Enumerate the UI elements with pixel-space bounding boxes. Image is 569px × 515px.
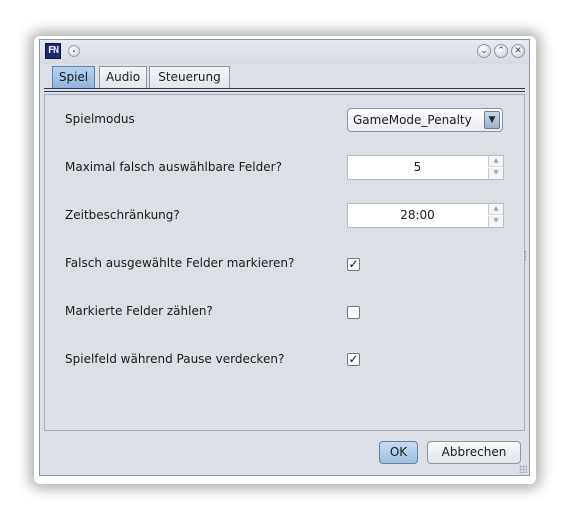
tab-steuerung[interactable]: Steuerung [149, 66, 230, 88]
game-mode-value: GameMode_Penalty [353, 113, 472, 127]
spin-down-icon[interactable]: ▼ [488, 168, 503, 179]
hide-field-on-pause-checkbox[interactable]: ✓ [347, 353, 360, 366]
title-bar[interactable]: FN ⌄ ⌃ ✕ [40, 40, 529, 64]
resize-grip-icon[interactable] [519, 465, 527, 473]
settings-dialog: FN ⌄ ⌃ ✕ Spiel Audio Steuerung Spielmodu… [39, 39, 530, 476]
game-mode-label: Spielmodus [65, 112, 135, 126]
spin-up-icon[interactable]: ▲ [488, 204, 503, 215]
cancel-button[interactable]: Abbrechen [427, 441, 521, 464]
maximize-icon[interactable]: ⌃ [494, 44, 508, 58]
tab-spiel[interactable]: Spiel [52, 66, 95, 88]
max-wrong-fields-value[interactable]: 5 [348, 156, 487, 179]
count-marked-fields-checkbox[interactable] [347, 306, 360, 319]
pin-icon[interactable] [68, 45, 80, 57]
close-icon[interactable]: ✕ [511, 44, 525, 58]
time-limit-value[interactable]: 28:00 [348, 204, 487, 227]
time-limit-spinner[interactable]: 28:00 ▲ ▼ [347, 203, 504, 228]
hide-field-on-pause-label: Spielfeld während Pause verdecken? [65, 352, 285, 366]
spin-up-icon[interactable]: ▲ [488, 156, 503, 167]
spin-down-icon[interactable]: ▼ [488, 216, 503, 227]
game-mode-select[interactable]: GameMode_Penalty ▼ [347, 108, 503, 132]
dropdown-arrow-icon[interactable]: ▼ [484, 111, 500, 129]
count-marked-fields-label: Markierte Felder zählen? [65, 304, 213, 318]
time-limit-label: Zeitbeschränkung? [65, 208, 180, 222]
tab-divider [44, 91, 525, 92]
resize-handle-right[interactable] [525, 251, 528, 261]
ok-button[interactable]: OK [379, 441, 418, 464]
mark-wrong-fields-label: Falsch ausgewählte Felder markieren? [65, 256, 295, 270]
minimize-icon[interactable]: ⌄ [477, 44, 491, 58]
app-icon: FN [45, 43, 61, 59]
max-wrong-fields-spinner[interactable]: 5 ▲ ▼ [347, 155, 504, 180]
max-wrong-fields-label: Maximal falsch auswählbare Felder? [65, 160, 282, 174]
tab-audio[interactable]: Audio [99, 66, 147, 88]
mark-wrong-fields-checkbox[interactable]: ✓ [347, 258, 360, 271]
tab-divider [44, 88, 525, 89]
